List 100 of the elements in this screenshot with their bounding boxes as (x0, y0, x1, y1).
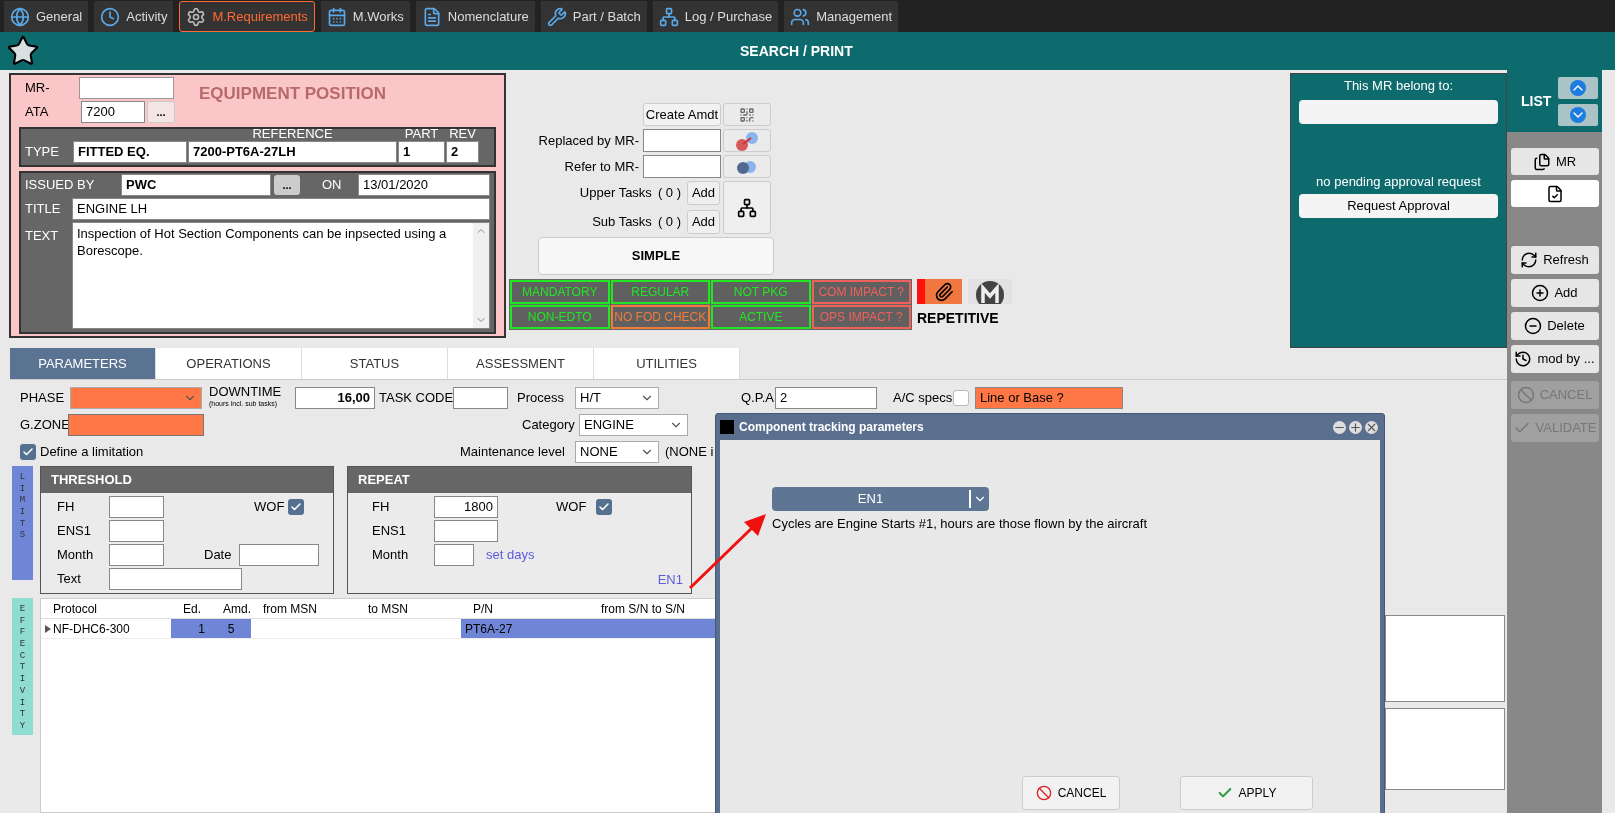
set-days-link[interactable]: set days (486, 545, 535, 565)
ac-specs-checkbox[interactable] (953, 390, 969, 406)
list-box[interactable] (1385, 615, 1505, 702)
mr-number-field[interactable] (79, 77, 174, 99)
section-tab[interactable]: OPERATIONS (156, 348, 302, 379)
module-tab[interactable]: Management (784, 1, 899, 32)
network-icon (658, 6, 679, 27)
line-or-base-field[interactable]: Line or Base ? (975, 387, 1123, 409)
issuer-field[interactable]: PWC (121, 174, 271, 196)
sidebar-button[interactable]: Add (1510, 279, 1599, 307)
section-tab[interactable]: PARAMETERS (10, 348, 156, 379)
wrench-icon (546, 6, 567, 27)
history-icon (1514, 350, 1533, 368)
star-icon[interactable] (6, 34, 40, 68)
attachment-icon[interactable] (917, 279, 962, 304)
scroll-down-button[interactable] (1558, 103, 1598, 126)
tree-button[interactable] (723, 181, 771, 234)
module-tab[interactable]: Nomenclature (415, 1, 535, 32)
unit-link[interactable]: EN1 (657, 570, 683, 590)
status-flag: NON-EDTO (510, 305, 610, 329)
field-label: Maintenance level (460, 443, 566, 462)
qpa-field[interactable]: 2 (775, 387, 877, 409)
table-cell: 1 (171, 619, 211, 638)
side-label: EFFECTIVITY (19, 604, 26, 733)
maintenance-select[interactable]: NONE (575, 441, 659, 463)
status-flag: REGULAR (610, 280, 710, 304)
maximize-icon[interactable] (1349, 420, 1362, 434)
module-tab[interactable]: Log / Purchase (652, 1, 779, 32)
ata-field[interactable]: 7200 (81, 101, 145, 123)
field-label: Text (57, 570, 82, 589)
list-box[interactable] (1385, 708, 1505, 790)
sidebar-button[interactable]: Refresh (1510, 246, 1599, 274)
unit-dropdown[interactable]: EN1 (772, 487, 989, 511)
column-header: PART (403, 127, 440, 141)
qr-button[interactable] (723, 103, 771, 126)
unit-description: Cycles are Engine Starts #1, hours are those flown by the aircraft (772, 515, 1149, 533)
section-tab[interactable]: STATUS (302, 348, 448, 379)
owner-field[interactable] (1299, 99, 1498, 124)
sidebar-button[interactable] (1510, 180, 1599, 207)
threshold-ens-field[interactable] (109, 520, 164, 542)
module-tab[interactable]: M.Works (320, 1, 410, 32)
dialog-title: Component tracking parameters (739, 419, 924, 436)
field-label: Upper Tasks (579, 184, 652, 203)
apply-button[interactable]: APPLY (1180, 776, 1313, 810)
dialog-cancel-button[interactable]: CANCEL (1022, 776, 1120, 810)
threshold-fh-field[interactable] (109, 496, 164, 518)
module-tab[interactable]: Activity (94, 1, 174, 32)
refer-to-field[interactable] (643, 155, 721, 178)
request-approval-button[interactable]: Request Approval (1299, 194, 1498, 218)
table-cell: 5 (211, 619, 251, 638)
minimize-icon[interactable] (1333, 420, 1346, 434)
part-field[interactable]: 1 (398, 141, 445, 163)
repeat-fh-field[interactable]: 1800 (434, 496, 498, 518)
task-code-field[interactable] (453, 387, 508, 409)
scrollbar[interactable] (473, 223, 489, 328)
sidebar-button[interactable]: Delete (1510, 312, 1599, 340)
row-pointer-icon (45, 624, 51, 633)
simple-mode-button[interactable]: SIMPLE (538, 237, 774, 275)
zone-field[interactable] (68, 414, 204, 436)
replaced-by-field[interactable] (643, 129, 721, 152)
type-field[interactable]: FITTED EQ. (73, 141, 187, 163)
date-field[interactable]: 13/01/2020 (358, 174, 490, 196)
scroll-up-button[interactable] (1558, 76, 1598, 99)
field-label: Month (372, 546, 410, 565)
field-label: PHASE (20, 389, 66, 408)
column-header: REFERENCE (251, 127, 334, 141)
chevron-up-icon (1570, 79, 1586, 96)
section-tab[interactable]: ASSESSMENT (448, 348, 594, 379)
ata-browse-button[interactable]: ... (147, 101, 175, 123)
rev-field[interactable]: 2 (446, 141, 479, 163)
add-upper-task-button[interactable]: Add (687, 181, 720, 205)
field-label: Refer to MR- (564, 157, 639, 176)
title-field[interactable]: ENGINE LH (72, 198, 490, 220)
issuer-browse-button[interactable]: ... (274, 175, 300, 195)
repeat-month-field[interactable] (434, 544, 474, 566)
sidebar-button[interactable]: MR (1510, 148, 1599, 175)
repeat-ens-field[interactable] (434, 520, 498, 542)
checkmark-icon (598, 501, 610, 513)
section-tab[interactable]: UTILITIES (594, 348, 740, 379)
close-icon[interactable] (1365, 420, 1378, 434)
create-amendment-button[interactable]: Create Amdt (643, 103, 721, 126)
module-tab[interactable]: M.Requirements (179, 1, 315, 32)
category-select[interactable]: ENGINE (579, 414, 688, 436)
limitation-checkbox[interactable] (20, 444, 36, 460)
process-select[interactable]: H/T (575, 387, 659, 409)
reference-button[interactable] (723, 155, 771, 178)
reference-field[interactable]: 7200-PT6A-27LH (188, 141, 397, 163)
wof-checkbox[interactable] (596, 499, 612, 515)
text-area[interactable]: Inspection of Hot Section Components can be inpsected using a Borescope. (72, 222, 490, 329)
threshold-text-field[interactable] (109, 568, 242, 590)
field-label: no pending approval request (1316, 172, 1481, 191)
threshold-date-field[interactable] (239, 544, 319, 566)
link-button[interactable] (723, 129, 771, 152)
downtime-field[interactable]: 16,00 (295, 387, 375, 409)
wof-checkbox[interactable] (288, 499, 304, 515)
module-tab[interactable]: General (4, 1, 89, 32)
sidebar-button[interactable]: mod by ... (1510, 345, 1599, 373)
module-tab[interactable]: Part / Batch (540, 1, 647, 32)
add-sub-task-button[interactable]: Add (687, 210, 720, 234)
threshold-month-field[interactable] (109, 544, 164, 566)
